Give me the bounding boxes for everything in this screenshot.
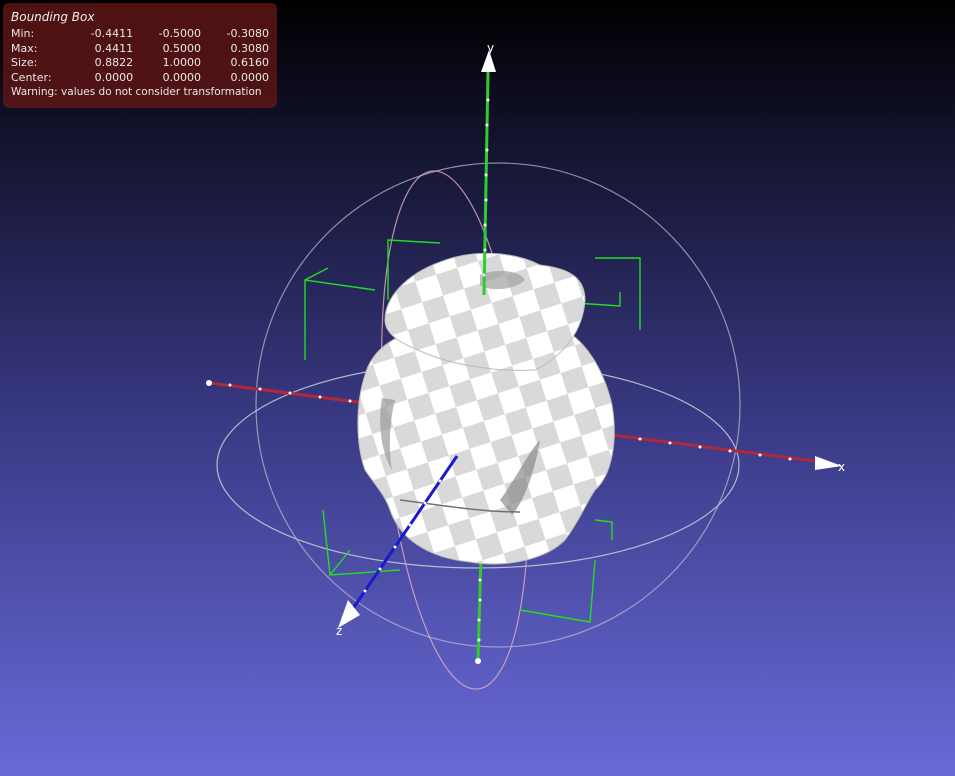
bbox-value-x: 0.0000 — [94, 70, 134, 84]
y-axis-end-marker — [475, 658, 481, 664]
bbox-value-z: 0.0000 — [230, 70, 270, 84]
bbox-row-center: Center: 0.0000 0.0000 0.0000 — [11, 71, 269, 86]
bbox-row-label: Min: — [11, 27, 35, 40]
bounding-box-title: Bounding Box — [11, 10, 95, 24]
bbox-row-size: Size: 0.8822 1.0000 0.6160 — [11, 56, 269, 71]
y-axis-lower-line — [476, 554, 483, 661]
y-axis-label: y — [487, 41, 494, 55]
bbox-row-label: Max: — [11, 41, 38, 55]
bbox-value-y: 0.5000 — [162, 41, 202, 55]
bbox-value-z: 0.6160 — [230, 56, 270, 70]
mesh-model[interactable] — [357, 252, 615, 565]
bbox-row-max: Max: 0.4411 0.5000 0.3080 — [11, 42, 269, 57]
bounding-box-warning: Warning: values do not consider transfor… — [11, 86, 262, 99]
bbox-value-x: 0.8822 — [94, 56, 134, 70]
bbox-row-label: Center: — [11, 70, 52, 84]
bbox-value-y: -0.5000 — [158, 27, 202, 40]
bbox-value-y: 0.0000 — [162, 70, 202, 84]
bbox-value-x: -0.4411 — [90, 27, 134, 40]
x-axis-start-marker — [206, 380, 212, 386]
3d-viewport[interactable]: x y z — [0, 0, 955, 776]
bounding-box-panel: Bounding Box Min: -0.4411 -0.5000 -0.308… — [3, 3, 277, 108]
bbox-value-z: 0.3080 — [230, 41, 270, 55]
bbox-value-y: 1.0000 — [162, 56, 202, 70]
x-axis-label: x — [838, 460, 845, 474]
z-axis-label: z — [336, 624, 342, 638]
bbox-value-x: 0.4411 — [94, 41, 134, 55]
bbox-value-z: -0.3080 — [226, 27, 270, 40]
bbox-row-min: Min: -0.4411 -0.5000 -0.3080 — [11, 27, 269, 42]
bbox-row-label: Size: — [11, 56, 38, 70]
